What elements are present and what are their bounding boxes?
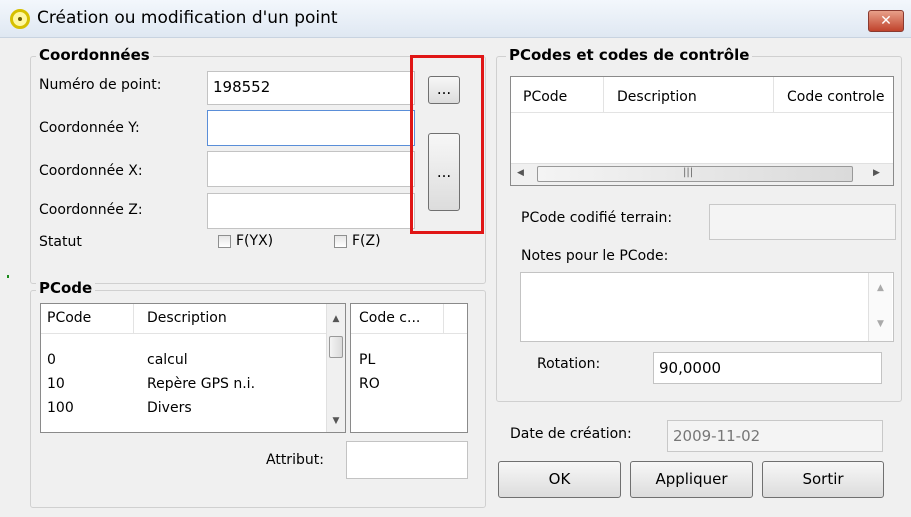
attribute-label: Attribut: [266, 452, 324, 468]
fyx-label: F(YX) [236, 233, 274, 249]
pcode-table-header: PCode Description [41, 304, 345, 334]
pcodes-control-header: PCode Description Code controle [511, 77, 893, 113]
notes-field[interactable] [520, 272, 894, 342]
rotation-label: Rotation: [537, 356, 601, 372]
description-column-header[interactable]: Description [147, 310, 227, 326]
coordinates-legend: Coordonnées [36, 46, 153, 64]
point-number-field[interactable]: 198552 [207, 71, 415, 105]
browse-coordinates-button-label: ... [436, 163, 452, 181]
attribute-field[interactable] [346, 441, 468, 479]
table-row-description[interactable]: calcul [147, 352, 188, 368]
control-code-cell[interactable]: PL [359, 352, 375, 368]
pcode-column-header[interactable]: PCode [47, 310, 91, 326]
pcodes-control-legend: PCodes et codes de contrôle [506, 46, 753, 64]
field-pcode-field [709, 204, 896, 240]
scroll-grip-icon: ||| [683, 167, 694, 178]
description-column-header[interactable]: Description [617, 89, 697, 105]
scroll-right-icon[interactable]: ▶ [873, 168, 880, 178]
browse-coordinates-button[interactable]: ... [428, 133, 460, 211]
coord-y-field[interactable] [207, 110, 415, 146]
exit-button-label: Sortir [802, 470, 844, 488]
close-button[interactable]: ✕ [868, 10, 904, 32]
apply-button-label: Appliquer [655, 470, 728, 488]
ok-button[interactable]: OK [498, 461, 621, 498]
table-row-description[interactable]: Repère GPS n.i. [147, 376, 255, 392]
pcode-table-scrollbar[interactable]: ▲ ▼ [326, 304, 345, 432]
coord-x-field[interactable] [207, 151, 415, 187]
notes-scrollbar[interactable]: ▲ ▼ [868, 273, 892, 341]
scroll-up-icon[interactable]: ▲ [327, 314, 345, 324]
rotation-field[interactable]: 90,0000 [653, 352, 882, 384]
column-divider [133, 304, 134, 334]
scroll-thumb[interactable] [537, 166, 853, 182]
table-row-code[interactable]: 10 [47, 376, 65, 392]
control-code-table[interactable]: Code c... PL RO [350, 303, 468, 433]
pcode-table[interactable]: PCode Description 0 calcul 10 Repère GPS… [40, 303, 346, 433]
coord-x-label: Coordonnée X: [39, 163, 143, 179]
fz-checkbox[interactable] [334, 235, 347, 248]
status-label: Statut [39, 234, 82, 250]
exit-button[interactable]: Sortir [762, 461, 884, 498]
control-code-column-header[interactable]: Code controle [787, 89, 884, 105]
dialog-body: Coordonnées Numéro de point: 198552 Coor… [0, 38, 911, 517]
column-divider [603, 77, 604, 113]
ok-button-label: OK [548, 470, 571, 488]
scroll-down-icon[interactable]: ▼ [327, 416, 345, 426]
scroll-up-icon[interactable]: ▲ [869, 283, 892, 293]
browse-point-button-label: ... [436, 80, 452, 98]
table-row-code[interactable]: 100 [47, 400, 74, 416]
table-row-description[interactable]: Divers [147, 400, 192, 416]
table-row-code[interactable]: 0 [47, 352, 56, 368]
scroll-down-icon[interactable]: ▼ [869, 319, 892, 329]
coord-z-field[interactable] [207, 193, 415, 229]
control-code-column-header[interactable]: Code c... [359, 310, 420, 326]
browse-point-button[interactable]: ... [428, 76, 460, 104]
coord-z-label: Coordonnée Z: [39, 202, 143, 218]
field-pcode-label: PCode codifié terrain: [521, 210, 673, 226]
edge-marker [7, 275, 9, 278]
pcodes-control-table[interactable]: PCode Description Code controle ◀ ||| ▶ [510, 76, 894, 186]
window-title: Création ou modification d'un point [37, 8, 338, 28]
pcode-legend: PCode [36, 279, 96, 297]
control-code-header: Code c... [351, 304, 467, 334]
column-divider [773, 77, 774, 113]
pcodes-control-scrollbar[interactable]: ◀ ||| ▶ [511, 163, 893, 185]
scroll-thumb[interactable] [329, 336, 343, 358]
creation-date-label: Date de création: [510, 426, 632, 442]
fyx-checkbox[interactable] [218, 235, 231, 248]
creation-date-field: 2009-11-02 [667, 420, 883, 452]
pcode-column-header[interactable]: PCode [523, 89, 567, 105]
notes-label: Notes pour le PCode: [521, 248, 669, 264]
point-number-label: Numéro de point: [39, 77, 162, 93]
app-logo-icon [10, 9, 30, 29]
scroll-left-icon[interactable]: ◀ [517, 168, 524, 178]
title-bar: Création ou modification d'un point ✕ [0, 0, 911, 38]
fz-label: F(Z) [352, 233, 381, 249]
control-code-cell[interactable]: RO [359, 376, 380, 392]
coord-y-label: Coordonnée Y: [39, 120, 140, 136]
column-divider [443, 304, 444, 334]
apply-button[interactable]: Appliquer [630, 461, 753, 498]
